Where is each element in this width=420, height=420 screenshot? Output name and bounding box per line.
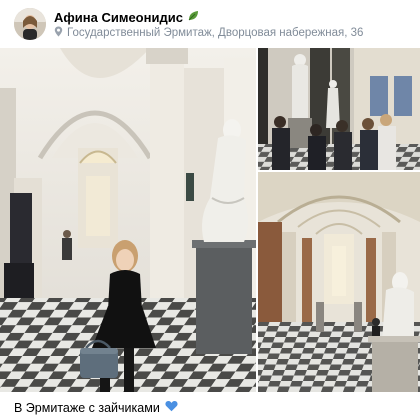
- photo-bottom-right[interactable]: [258, 172, 420, 392]
- avatar[interactable]: [14, 8, 46, 40]
- post-header: Афина Симеонидис Государственный Эрмитаж…: [0, 0, 420, 48]
- photo-main[interactable]: [0, 48, 256, 392]
- author-name[interactable]: Афина Симеонидис: [54, 10, 183, 25]
- location-row[interactable]: Государственный Эрмитаж, Дворцовая набер…: [54, 26, 363, 40]
- map-pin-icon: [54, 26, 63, 40]
- author-row: Афина Симеонидис: [54, 9, 200, 25]
- leaf-emoji-icon: [187, 9, 200, 25]
- post-caption: В Эрмитаже с зайчиками: [14, 400, 178, 415]
- photo-top-right[interactable]: [258, 48, 420, 170]
- blue-heart-icon: [165, 400, 178, 415]
- photo-grid: [0, 48, 420, 392]
- location-text: Государственный Эрмитаж, Дворцовая набер…: [67, 27, 364, 39]
- caption-text: В Эрмитаже с зайчиками: [14, 400, 160, 415]
